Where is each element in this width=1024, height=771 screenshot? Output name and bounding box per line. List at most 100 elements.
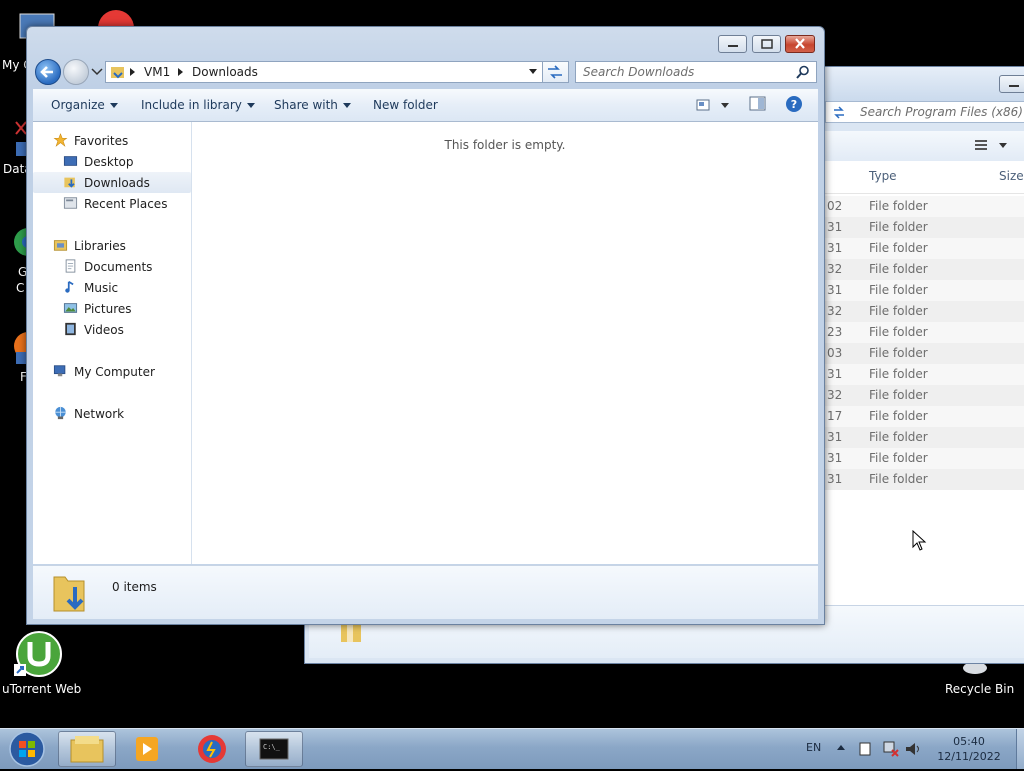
taskbar-media-player[interactable] xyxy=(120,731,178,767)
window-titlebar[interactable] xyxy=(27,27,824,57)
table-row[interactable]: 03 File folder xyxy=(825,343,1024,364)
nav-documents[interactable]: Documents xyxy=(33,256,191,277)
breadcrumb-downloads[interactable]: Downloads xyxy=(192,65,258,79)
start-button[interactable] xyxy=(4,730,50,768)
preview-pane-icon[interactable] xyxy=(749,96,767,112)
organize-menu[interactable]: Organize xyxy=(51,98,118,112)
nav-videos[interactable]: Videos xyxy=(33,319,191,340)
minimize-button[interactable] xyxy=(999,75,1024,93)
minimize-button[interactable] xyxy=(718,35,747,53)
row-date-modified: 02 xyxy=(827,199,843,213)
table-row[interactable]: 31 File folder xyxy=(825,448,1024,469)
windows-logo-icon xyxy=(9,731,45,767)
table-row[interactable]: 31 File folder xyxy=(825,217,1024,238)
show-hidden-icons-icon[interactable] xyxy=(836,743,846,751)
nav-downloads[interactable]: Downloads xyxy=(33,172,191,193)
table-row[interactable]: 31 File folder xyxy=(825,469,1024,490)
utorrent-desktop-icon[interactable] xyxy=(14,630,64,683)
nav-network-label: Network xyxy=(74,407,125,421)
show-desktop-button[interactable] xyxy=(1016,729,1024,769)
breadcrumb-separator-icon[interactable] xyxy=(130,68,136,76)
breadcrumb-separator-icon[interactable] xyxy=(178,68,184,76)
desktop-icon-label-c: C xyxy=(16,281,25,295)
address-bar[interactable]: VM1 Downloads xyxy=(105,61,543,83)
table-row[interactable]: 02 File folder xyxy=(825,196,1024,217)
desktop-icon-label-utorrent: uTorrent Web xyxy=(2,682,82,696)
search-icon[interactable] xyxy=(796,65,810,79)
view-options-icon[interactable] xyxy=(973,137,1013,157)
nav-music[interactable]: Music xyxy=(33,277,191,298)
nav-pictures-label: Pictures xyxy=(84,302,132,316)
new-folder-button[interactable]: New folder xyxy=(373,98,438,112)
row-date-modified: 31 xyxy=(827,430,843,444)
maximize-button[interactable] xyxy=(752,35,781,53)
include-in-library-menu[interactable]: Include in library xyxy=(141,98,255,112)
table-row[interactable]: 32 File folder xyxy=(825,301,1024,322)
refresh-button[interactable] xyxy=(543,61,569,83)
close-button[interactable] xyxy=(785,35,815,53)
row-date-modified: 32 xyxy=(827,388,843,402)
network-status-icon[interactable] xyxy=(882,740,900,758)
row-type: File folder xyxy=(869,241,928,255)
table-row[interactable]: 31 File folder xyxy=(825,427,1024,448)
language-indicator[interactable]: EN xyxy=(806,741,821,754)
row-date-modified: 31 xyxy=(827,220,843,234)
nav-my-computer[interactable]: My Computer xyxy=(33,361,191,382)
include-in-library-label: Include in library xyxy=(141,98,242,112)
volume-icon[interactable] xyxy=(904,740,922,758)
documents-icon xyxy=(65,259,76,273)
back-button[interactable] xyxy=(35,59,61,85)
share-with-label: Share with xyxy=(274,98,338,112)
downloads-explorer-window[interactable]: VM1 Downloads Search Downloads Organize … xyxy=(26,26,825,625)
forward-button[interactable] xyxy=(63,59,89,85)
row-date-modified: 23 xyxy=(827,325,843,339)
breadcrumb-vm1[interactable]: VM1 xyxy=(144,65,170,79)
row-type: File folder xyxy=(869,199,928,213)
nav-libraries[interactable]: Libraries xyxy=(33,235,191,256)
table-row[interactable]: 31 File folder xyxy=(825,364,1024,385)
nav-pictures[interactable]: Pictures xyxy=(33,298,191,319)
nav-favorites-label: Favorites xyxy=(74,134,129,148)
taskbar-browser[interactable] xyxy=(183,731,241,767)
table-row[interactable]: 17 File folder xyxy=(825,406,1024,427)
search-input[interactable]: Search Program Files (x86) xyxy=(857,102,1024,122)
file-list-area[interactable]: This folder is empty. xyxy=(192,122,818,564)
new-folder-label: New folder xyxy=(373,98,438,112)
nav-desktop[interactable]: Desktop xyxy=(33,151,191,172)
details-pane: 0 items xyxy=(33,565,818,619)
recycle-bin-desktop-icon[interactable] xyxy=(960,662,990,679)
table-row[interactable]: 23 File folder xyxy=(825,322,1024,343)
recent-pages-chevron-icon[interactable] xyxy=(91,67,103,77)
table-row[interactable]: 31 File folder xyxy=(825,280,1024,301)
taskbar-command-prompt[interactable]: C:\_ xyxy=(245,731,303,767)
nav-recent-places[interactable]: Recent Places xyxy=(33,193,191,214)
column-header-type[interactable]: Type xyxy=(869,169,897,183)
table-row[interactable]: 32 File folder xyxy=(825,259,1024,280)
navigation-pane: Favorites Desktop Downloads Recent Place… xyxy=(33,122,192,564)
minimize-icon xyxy=(1009,85,1019,87)
taskbar-explorer[interactable] xyxy=(58,731,116,767)
address-dropdown-icon[interactable] xyxy=(528,68,538,76)
svg-text:C:\_: C:\_ xyxy=(263,743,281,751)
row-type: File folder xyxy=(869,325,928,339)
mouse-cursor-icon xyxy=(912,530,927,551)
action-center-icon[interactable] xyxy=(858,741,874,757)
system-clock[interactable]: 05:40 12/11/2022 xyxy=(928,734,1010,764)
table-row[interactable]: 32 File folder xyxy=(825,385,1024,406)
help-icon[interactable]: ? xyxy=(785,95,803,113)
column-header-size[interactable]: Size xyxy=(999,169,1024,183)
change-view-icon[interactable] xyxy=(695,97,731,113)
search-input[interactable]: Search Downloads xyxy=(575,61,817,83)
nav-favorites[interactable]: Favorites xyxy=(33,130,191,151)
computer-icon xyxy=(53,365,66,377)
table-row[interactable]: 31 File folder xyxy=(825,238,1024,259)
share-with-menu[interactable]: Share with xyxy=(274,98,351,112)
nav-network[interactable]: Network xyxy=(33,403,191,424)
row-type: File folder xyxy=(869,367,928,381)
row-type: File folder xyxy=(869,304,928,318)
clock-date: 12/11/2022 xyxy=(937,750,1001,763)
nav-documents-label: Documents xyxy=(84,260,153,274)
row-date-modified: 31 xyxy=(827,472,843,486)
row-date-modified: 32 xyxy=(827,304,843,318)
recent-places-icon xyxy=(63,197,78,209)
